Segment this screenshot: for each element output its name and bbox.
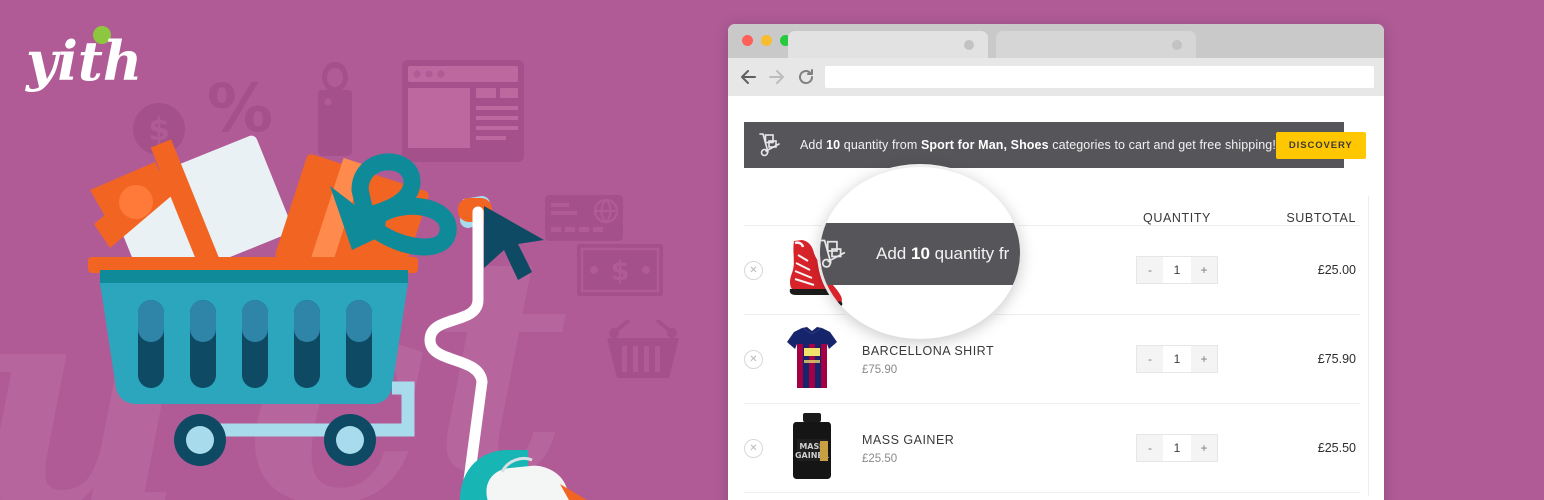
product-info-cell: MASS GAINER £25.50: [862, 431, 1102, 465]
discovery-button[interactable]: DISCOVERY: [1275, 131, 1366, 159]
promo-banner-image: u c t $ % $: [0, 0, 1544, 500]
increase-quantity-button[interactable]: +: [1191, 257, 1217, 283]
quantity-cell: - +: [1102, 434, 1252, 462]
reload-icon[interactable]: [796, 67, 816, 87]
magnified-text-suffix: quantity fr: [929, 244, 1010, 263]
browser-tab-2[interactable]: [996, 31, 1196, 58]
product-thumbnail-cell: MASS GAINER: [784, 411, 862, 486]
quantity-cell: - +: [1102, 345, 1252, 373]
header-subtotal: SUBTOTAL: [1286, 211, 1356, 225]
magnified-banner: Add 10 quantity fr: [820, 223, 1020, 285]
remove-item-button[interactable]: ✕: [744, 260, 763, 280]
magnified-quantity: 10: [910, 244, 930, 263]
decrease-quantity-button[interactable]: -: [1137, 346, 1163, 372]
banner-message: Add 10 quantity from Sport for Man, Shoe…: [800, 138, 1276, 152]
quantity-input[interactable]: [1163, 435, 1191, 461]
sidebar-divider: [1368, 196, 1369, 496]
close-window-button[interactable]: [742, 35, 753, 46]
window-controls[interactable]: [742, 35, 791, 46]
quantity-input[interactable]: [1163, 257, 1191, 283]
row-subtotal: £75.90: [1317, 352, 1356, 366]
quantity-cell: - +: [1102, 256, 1252, 284]
product-info-cell: BARCELLONA SHIRT £75.90: [862, 342, 1102, 376]
browser-titlebar: [728, 24, 1384, 58]
barcelona-shirt-icon[interactable]: [784, 322, 840, 392]
remove-cell: ✕: [744, 260, 784, 280]
remove-cell: ✕: [744, 349, 784, 369]
product-thumbnail-cell: [784, 322, 862, 397]
quantity-stepper[interactable]: - +: [1136, 256, 1218, 284]
browser-navbar: [728, 58, 1384, 96]
magnified-banner-message: Add 10 quantity fr: [876, 244, 1009, 264]
header-quantity: QUANTITY: [1143, 211, 1211, 225]
decrease-quantity-button[interactable]: -: [1137, 435, 1163, 461]
increase-quantity-button[interactable]: +: [1191, 435, 1217, 461]
hand-truck-icon: [759, 133, 780, 157]
product-price: £25.50: [862, 452, 898, 465]
back-arrow-icon[interactable]: [738, 67, 758, 87]
banner-text-prefix: Add: [800, 138, 827, 152]
url-input[interactable]: [825, 66, 1374, 88]
remove-item-button[interactable]: ✕: [744, 438, 763, 458]
banner-text-suffix: categories to cart and get free shipping…: [1048, 138, 1276, 152]
banner-quantity: 10: [826, 138, 841, 152]
mouse-cursor-and-hand: [424, 196, 587, 500]
banner-categories: Sport for Man, Shoes: [920, 138, 1049, 152]
increase-quantity-button[interactable]: +: [1191, 346, 1217, 372]
row-subtotal: £25.00: [1317, 263, 1356, 277]
free-shipping-banner: Add 10 quantity from Sport for Man, Shoe…: [744, 122, 1366, 168]
decrease-quantity-button[interactable]: -: [1137, 257, 1163, 283]
mass-gainer-icon[interactable]: MASS GAINER: [784, 411, 840, 481]
yith-logo: yith: [25, 26, 142, 93]
cursor-arrow-icon: [484, 206, 544, 280]
row-subtotal: £25.50: [1317, 441, 1356, 455]
minimize-window-button[interactable]: [761, 35, 772, 46]
product-price: £75.90: [862, 363, 898, 376]
table-row: ✕ MASS GAINER MASS GAINER £25.50 - 1 + £…: [744, 404, 1360, 493]
quantity-stepper[interactable]: - +: [1136, 434, 1218, 462]
forward-arrow-icon[interactable]: [767, 67, 787, 87]
browser-tab-1[interactable]: [788, 31, 988, 58]
tab-close-icon[interactable]: [1172, 40, 1182, 50]
quantity-input[interactable]: [1163, 346, 1191, 372]
product-name[interactable]: BARCELLONA SHIRT: [862, 342, 1102, 361]
svg-text:yith: yith: [25, 29, 142, 93]
magnified-text-prefix: Add: [876, 244, 911, 263]
remove-cell: ✕: [744, 438, 784, 458]
magnifier-lens: Add 10 quantity fr: [820, 167, 1020, 339]
remove-item-button[interactable]: ✕: [744, 349, 763, 369]
table-row: ✕: [744, 315, 1360, 404]
hand-truck-icon: [820, 239, 846, 268]
shopping-cart-illustration: [88, 135, 587, 500]
shopping-cart: [88, 257, 418, 466]
banner-text-mid: quantity from: [840, 138, 921, 152]
quantity-stepper[interactable]: - +: [1136, 345, 1218, 373]
product-name[interactable]: MASS GAINER: [862, 431, 1102, 450]
tab-close-icon[interactable]: [964, 40, 974, 50]
